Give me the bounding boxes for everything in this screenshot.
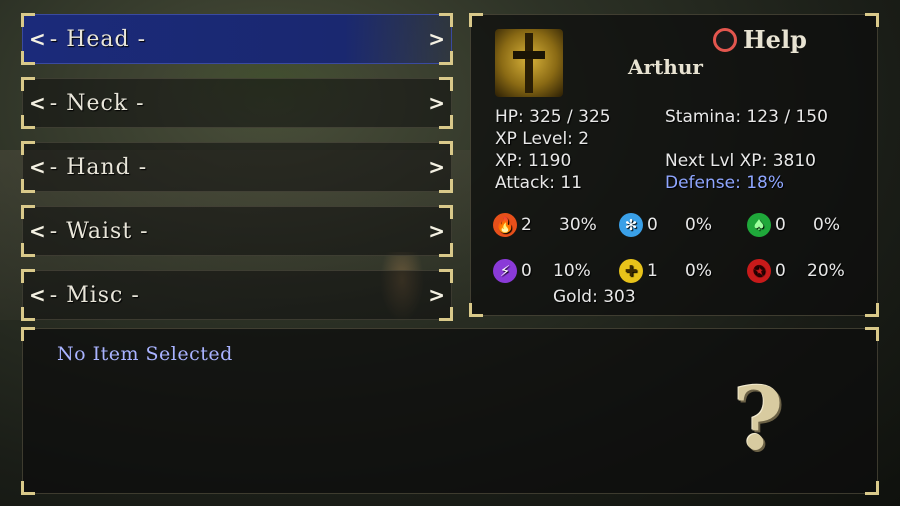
- frame-corner: [439, 13, 453, 27]
- frame-corner: [439, 141, 453, 155]
- frame-corner: [21, 51, 35, 65]
- question-mark-icon: ?: [733, 369, 784, 470]
- frame-corner: [439, 205, 453, 219]
- frame-corner: [21, 13, 35, 27]
- arrow-left-icon[interactable]: <: [29, 219, 46, 243]
- resistance-poison: ♠ 0 0%: [747, 213, 840, 237]
- slot-label: - Waist -: [49, 218, 149, 244]
- frame-corner: [865, 327, 879, 341]
- hp-stat: HP: 325 / 325: [495, 107, 611, 127]
- slot-label: - Hand -: [49, 154, 148, 180]
- frame-corner: [21, 179, 35, 193]
- item-description-text: No Item Selected: [57, 343, 233, 365]
- slot-neck[interactable]: < - Neck - >: [21, 77, 453, 129]
- resistance-fire: 🔥 2 30%: [493, 213, 597, 237]
- frame-corner: [439, 51, 453, 65]
- circle-button-icon: [713, 27, 737, 52]
- frame-corner: [21, 205, 35, 219]
- frame-corner: [439, 243, 453, 257]
- helmet-visor: [513, 51, 545, 59]
- arrow-right-icon[interactable]: >: [428, 91, 445, 115]
- frame-corner: [21, 327, 35, 341]
- resistance-ice: ✻ 0 0%: [619, 213, 712, 237]
- slot-label: - Head -: [49, 26, 147, 52]
- frame-corner: [469, 303, 483, 317]
- slot-waist[interactable]: < - Waist - >: [21, 205, 453, 257]
- character-portrait: [495, 29, 563, 97]
- resistance-holy: ✚ 1 0%: [619, 259, 712, 283]
- holy-icon: ✚: [619, 259, 643, 283]
- slot-label: - Misc -: [49, 282, 140, 308]
- frame-corner: [439, 269, 453, 283]
- arrow-right-icon[interactable]: >: [428, 155, 445, 179]
- arrow-right-icon[interactable]: >: [428, 219, 445, 243]
- arrow-left-icon[interactable]: <: [29, 283, 46, 307]
- stamina-stat: Stamina: 123 / 150: [665, 107, 828, 127]
- poison-icon: ♠: [747, 213, 771, 237]
- gold-stat: Gold: 303: [553, 287, 636, 307]
- arrow-right-icon[interactable]: >: [428, 283, 445, 307]
- frame-corner: [21, 481, 35, 495]
- frame-corner: [21, 269, 35, 283]
- character-name: Arthur: [628, 55, 703, 79]
- arrow-left-icon[interactable]: <: [29, 155, 46, 179]
- frame-corner: [439, 77, 453, 91]
- help-button[interactable]: Help: [713, 25, 807, 54]
- unholy-icon: ✪: [747, 259, 771, 283]
- arrow-left-icon[interactable]: <: [29, 91, 46, 115]
- fire-icon: 🔥: [493, 213, 517, 237]
- slot-head[interactable]: < - Head - >: [21, 13, 453, 65]
- frame-corner: [439, 115, 453, 129]
- arrow-right-icon[interactable]: >: [428, 27, 445, 51]
- frame-corner: [21, 77, 35, 91]
- attack-stat: Attack: 11: [495, 173, 583, 193]
- ice-icon: ✻: [619, 213, 643, 237]
- frame-corner: [865, 481, 879, 495]
- slot-hand[interactable]: < - Hand - >: [21, 141, 453, 193]
- lightning-icon: ⚡: [493, 259, 517, 283]
- defense-stat: Defense: 18%: [665, 173, 784, 193]
- frame-corner: [21, 141, 35, 155]
- frame-corner: [865, 13, 879, 27]
- frame-corner: [865, 303, 879, 317]
- resistance-lightning: ⚡ 0 10%: [493, 259, 591, 283]
- next-level-xp-stat: Next Lvl XP: 3810: [665, 151, 816, 171]
- help-label: Help: [743, 25, 807, 54]
- helmet-crest: [525, 33, 533, 93]
- item-description-panel: No Item Selected ?: [21, 327, 879, 495]
- frame-corner: [21, 307, 35, 321]
- frame-corner: [21, 243, 35, 257]
- resistance-unholy: ✪ 0 20%: [747, 259, 845, 283]
- frame-corner: [21, 115, 35, 129]
- arrow-left-icon[interactable]: <: [29, 27, 46, 51]
- xp-level-stat: XP Level: 2: [495, 129, 590, 149]
- frame-corner: [439, 179, 453, 193]
- character-stats-panel: Help Arthur HP: 325 / 325 Stamina: 123 /…: [469, 13, 879, 317]
- frame-corner: [439, 307, 453, 321]
- slot-misc[interactable]: < - Misc - >: [21, 269, 453, 321]
- slot-label: - Neck -: [49, 90, 145, 116]
- xp-stat: XP: 1190: [495, 151, 572, 171]
- frame-corner: [469, 13, 483, 27]
